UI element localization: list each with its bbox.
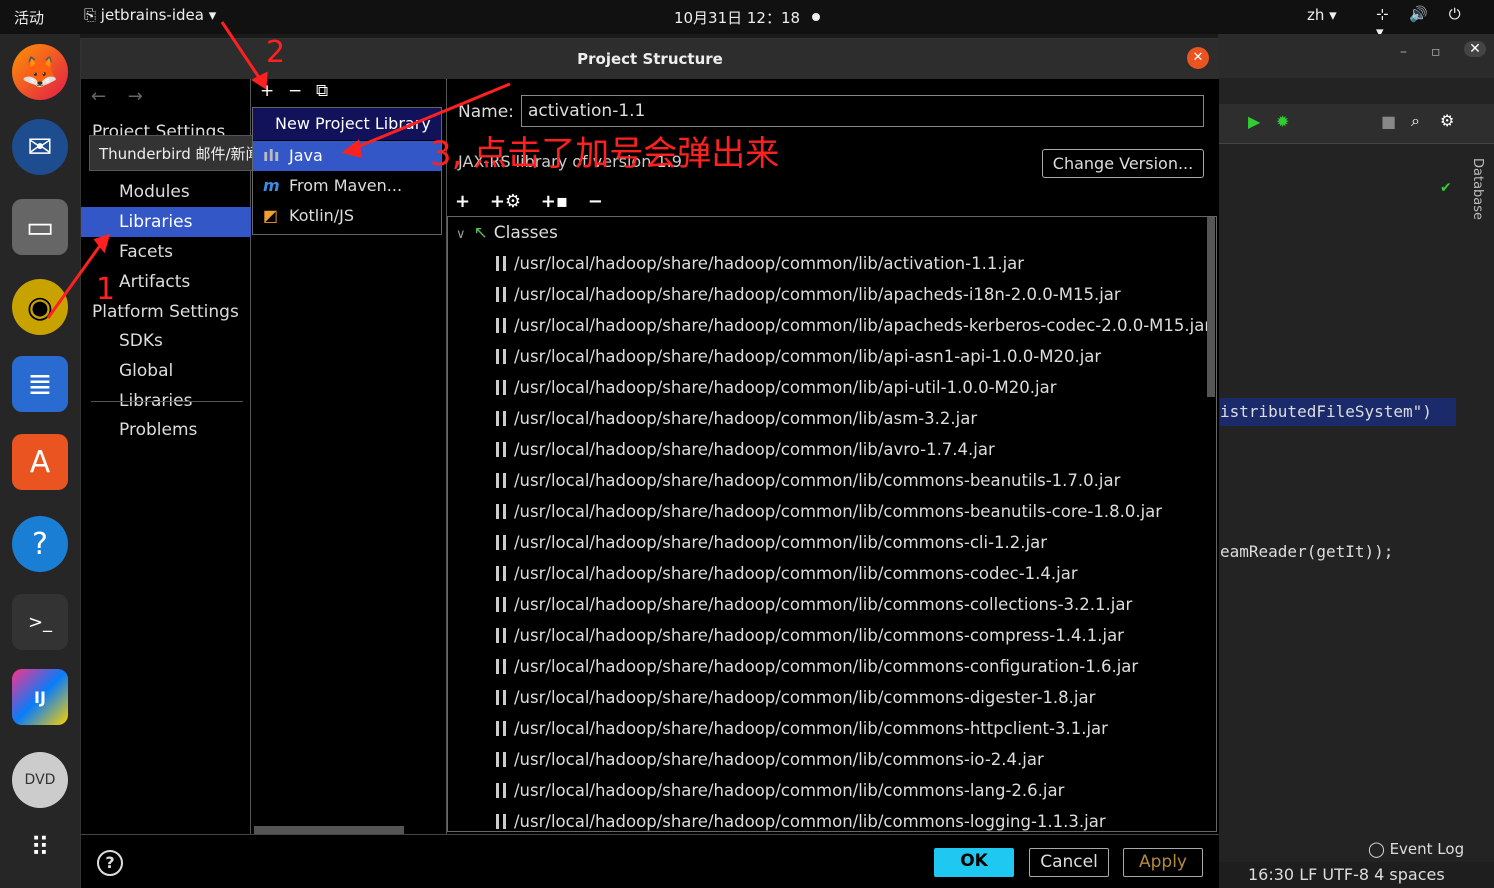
annotation-1: 1 <box>96 272 116 307</box>
arrowhead-3 <box>341 139 362 159</box>
desktop: 活动 ⎘ jetbrains-idea ▾ 10月31日 12：18 zh ▾ … <box>0 0 1494 888</box>
arrowhead-2 <box>250 71 268 90</box>
annotation-3: 3, 点击了加号会弹出来 <box>430 134 780 174</box>
annotation-2: 2 <box>266 35 286 70</box>
arrow-2 <box>220 21 264 83</box>
